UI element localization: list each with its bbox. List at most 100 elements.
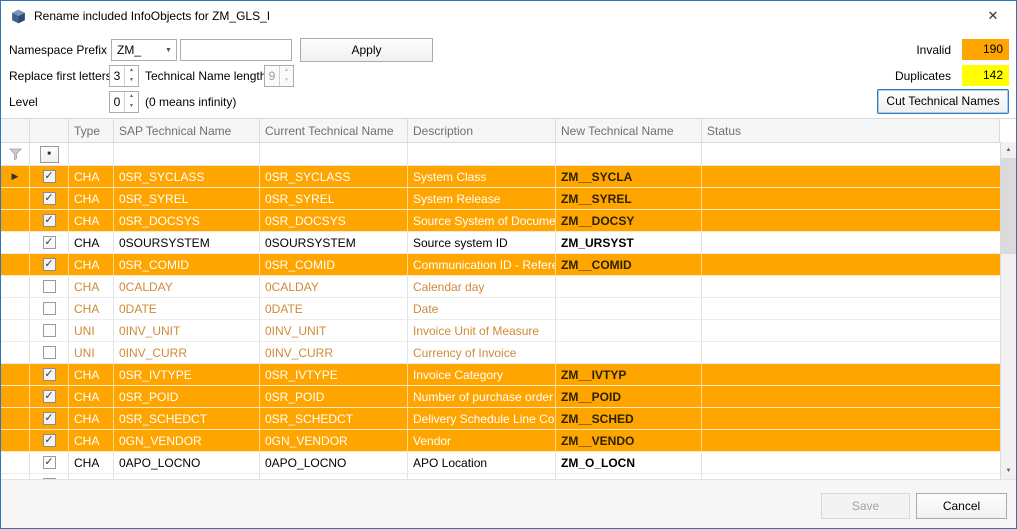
row-checkbox-cell[interactable]: ✓ [30,232,69,253]
row-indicator-cell [1,276,30,297]
table-row[interactable]: ✓ CHA 0APO_LOCNO 0APO_LOCNO APO Location… [1,452,1000,474]
cell-new-technical-name: ZM__SCHED [556,408,702,429]
row-checkbox[interactable]: ✓ [43,456,56,469]
filter-cell-current-technical-name[interactable] [260,143,408,165]
table-row[interactable]: CHA 0CALDAY 0CALDAY Calendar day [1,276,1000,298]
row-checkbox[interactable] [43,346,56,359]
cell-status [702,452,1000,473]
row-checkbox[interactable]: ✓ [43,214,56,227]
column-header-status[interactable]: Status [702,119,1000,142]
row-checkbox[interactable]: ✓ [43,390,56,403]
row-checkbox-cell[interactable]: ✓ [30,364,69,385]
row-checkbox-cell[interactable] [30,320,69,341]
row-checkbox-cell[interactable] [30,342,69,363]
filter-cell-new-technical-name[interactable] [556,143,702,165]
header-checkbox-cell [30,119,69,142]
cell-description: Date [408,298,556,319]
column-header-new-technical-name[interactable]: New Technical Name [556,119,702,142]
cell-status [702,232,1000,253]
column-header-type[interactable]: Type [69,119,114,142]
table-row[interactable]: CHA 0DATE 0DATE Date [1,298,1000,320]
table-row[interactable]: UNI 0INV_UNIT 0INV_UNIT Invoice Unit of … [1,320,1000,342]
row-checkbox[interactable]: ✓ [43,412,56,425]
spin-up-icon[interactable]: ▲ [125,92,138,102]
table-row[interactable]: ✓ CHA 0GN_VENDOR 0GN_VENDOR Vendor ZM__V… [1,430,1000,452]
namespace-input[interactable] [180,39,292,61]
row-checkbox[interactable]: ✓ [43,258,56,271]
row-indicator-cell [1,386,30,407]
row-checkbox[interactable]: ✓ [43,368,56,381]
table-row[interactable]: UNI 0INV_CURR 0INV_CURR Currency of Invo… [1,342,1000,364]
cell-description: Communication ID - Refere... [408,254,556,275]
row-indicator-cell: ▶ [1,166,30,187]
table-row[interactable]: ▶ ✓ CHA 0SR_SYCLASS 0SR_SYCLASS System C… [1,166,1000,188]
table-row[interactable]: ✓ CHA 0SOURSYSTEM 0SOURSYSTEM Source sys… [1,232,1000,254]
row-checkbox-cell[interactable]: ✓ [30,254,69,275]
row-checkbox[interactable]: ✓ [43,170,56,183]
cell-description: Delivery Schedule Line Cou... [408,408,556,429]
apply-button[interactable]: Apply [300,38,433,62]
table-row[interactable]: ✓ CHA 0SR_SCHEDCT 0SR_SCHEDCT Delivery S… [1,408,1000,430]
save-button[interactable]: Save [821,493,910,519]
cell-sap-technical-name: 0SOURSYSTEM [114,232,260,253]
cell-sap-technical-name: 0SR_SYREL [114,188,260,209]
technical-name-length-stepper: 9 ▲▼ [264,65,294,87]
chevron-down-icon[interactable]: ▼ [161,47,176,54]
cell-sap-technical-name: 0SR_SCHEDCT [114,408,260,429]
cell-new-technical-name: ZM_URSYST [556,232,702,253]
row-checkbox-cell[interactable]: ✓ [30,408,69,429]
row-checkbox-cell[interactable]: ✓ [30,188,69,209]
row-checkbox-cell[interactable]: ✓ [30,210,69,231]
column-header-description[interactable]: Description [408,119,556,142]
cell-type: CHA [69,166,114,187]
table-row[interactable]: ✓ CHA 0SR_IVTYPE 0SR_IVTYPE Invoice Cate… [1,364,1000,386]
scrollbar-thumb[interactable] [1001,158,1016,254]
table-row[interactable]: ✓ CHA 0SR_COMID 0SR_COMID Communication … [1,254,1000,276]
scroll-up-icon[interactable]: ▲ [1001,142,1016,158]
replace-first-letters-stepper[interactable]: 3 ▲▼ [109,65,139,87]
filter-cell-status[interactable] [702,143,1000,165]
row-checkbox-cell[interactable] [30,298,69,319]
spin-up-icon[interactable]: ▲ [125,66,138,76]
column-header-sap-technical-name[interactable]: SAP Technical Name [114,119,260,142]
row-checkbox-cell[interactable]: ✓ [30,452,69,473]
grid-rows: ▶ ✓ CHA 0SR_SYCLASS 0SR_SYCLASS System C… [1,166,1000,496]
row-checkbox-cell[interactable]: ✓ [30,166,69,187]
table-row[interactable]: ✓ CHA 0SR_POID 0SR_POID Number of purcha… [1,386,1000,408]
row-checkbox-cell[interactable]: ✓ [30,430,69,451]
row-checkbox[interactable]: ✓ [43,434,56,447]
spin-down-icon[interactable]: ▼ [125,102,138,112]
row-checkbox[interactable]: ✓ [43,236,56,249]
checkbox-filter-button[interactable]: ■ [40,146,59,163]
cut-technical-names-button[interactable]: Cut Technical Names [877,89,1009,114]
table-row[interactable]: ✓ CHA 0SR_DOCSYS 0SR_DOCSYS Source Syste… [1,210,1000,232]
row-checkbox[interactable]: ✓ [43,192,56,205]
filter-cell-sap-technical-name[interactable] [114,143,260,165]
filter-cell-description[interactable] [408,143,556,165]
namespace-prefix-combo[interactable]: ZM_ ▼ [111,39,177,61]
row-checkbox-cell[interactable]: ✓ [30,386,69,407]
cell-new-technical-name: ZM__POID [556,386,702,407]
filter-cell-type[interactable] [69,143,114,165]
scroll-down-icon[interactable]: ▼ [1001,463,1016,479]
spin-down-icon[interactable]: ▼ [125,76,138,86]
cell-status [702,386,1000,407]
cancel-button[interactable]: Cancel [916,493,1007,519]
row-indicator-cell [1,298,30,319]
cell-current-technical-name: 0SR_DOCSYS [260,210,408,231]
row-checkbox-cell[interactable] [30,276,69,297]
row-checkbox[interactable] [43,324,56,337]
table-row[interactable]: ✓ CHA 0SR_SYREL 0SR_SYREL System Release… [1,188,1000,210]
close-icon[interactable]: ✕ [982,6,1004,26]
vertical-scrollbar[interactable]: ▲ ▼ [1000,142,1016,479]
cell-status [702,408,1000,429]
column-header-current-technical-name[interactable]: Current Technical Name [260,119,408,142]
level-stepper[interactable]: 0 ▲▼ [109,91,139,113]
row-checkbox[interactable] [43,280,56,293]
cell-type: CHA [69,210,114,231]
cell-status [702,166,1000,187]
grid-header-row: Type SAP Technical Name Current Technica… [1,119,1000,143]
row-checkbox[interactable] [43,302,56,315]
cell-current-technical-name: 0CALDAY [260,276,408,297]
cell-description: Number of purchase order [408,386,556,407]
